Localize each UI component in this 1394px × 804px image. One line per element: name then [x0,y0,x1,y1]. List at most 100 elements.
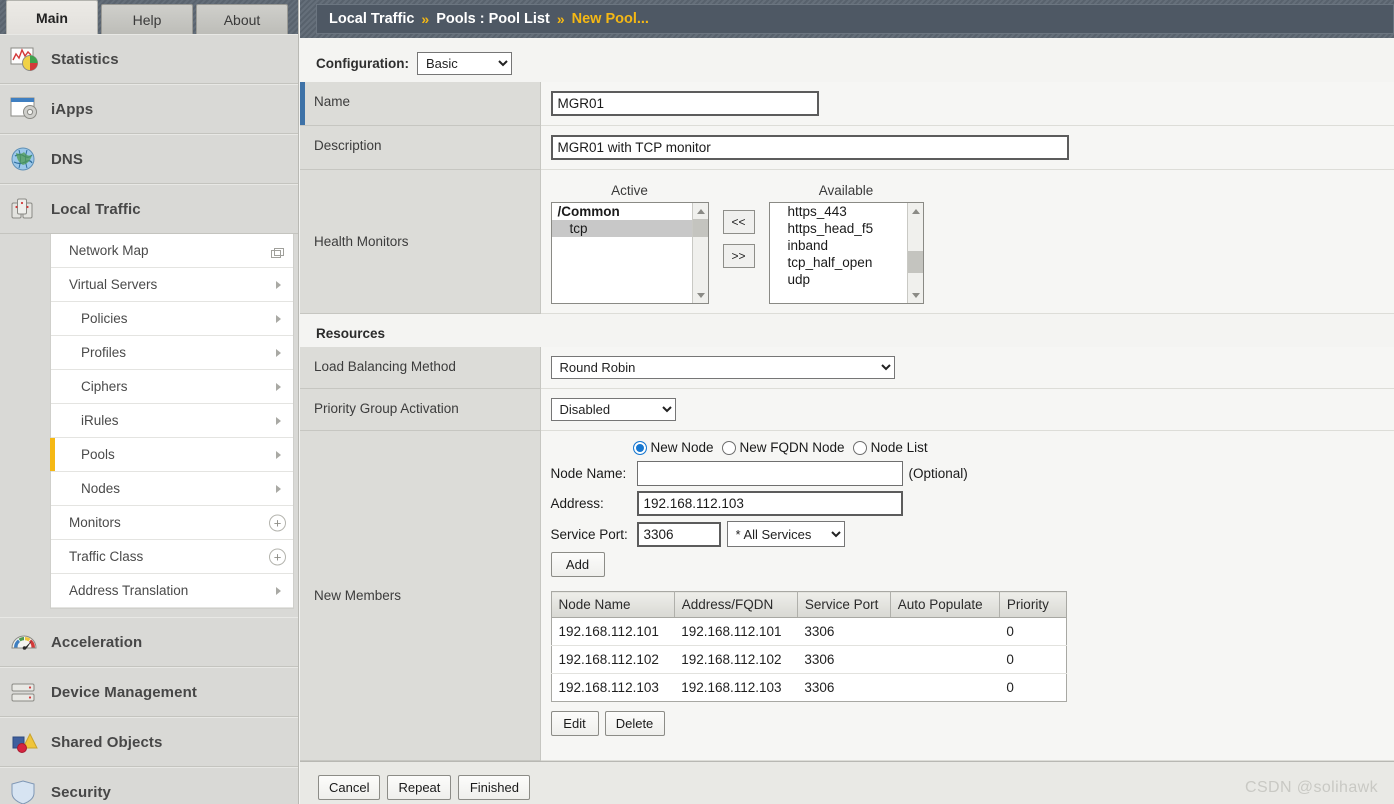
move-left-button[interactable]: << [723,210,755,234]
plus-circle-icon[interactable]: + [269,548,286,565]
chevron-right-icon [276,417,281,425]
name-input[interactable] [551,91,819,116]
window-icon [271,246,284,256]
add-button[interactable]: Add [551,552,605,577]
sidebar-group-statistics[interactable]: Statistics [0,34,298,84]
sidebar-group-shared-objects[interactable]: Shared Objects [0,717,298,767]
available-listbox-scrollbar[interactable] [907,203,923,303]
sidebar-group-local-traffic-label: Local Traffic [51,201,141,218]
service-port-select[interactable]: * All Services HTTP HTTPS FTP SSH [727,521,845,547]
radio-new-fqdn-node[interactable]: New FQDN Node [722,440,845,455]
priority-group-label: Priority Group Activation [314,401,459,416]
tab-about[interactable]: About [196,4,288,34]
cell-node-name: 192.168.112.103 [551,674,674,702]
radio-new-node-indicator[interactable] [633,441,647,455]
priority-group-select[interactable]: Disabled Less than... [551,398,676,421]
scroll-thumb[interactable] [693,219,709,237]
sidebar-item-policies[interactable]: Policies [51,302,293,336]
cell-service-port: 3306 [797,646,890,674]
scroll-up-icon[interactable] [908,203,924,219]
sidebar-item-traffic-class[interactable]: Traffic Class + [51,540,293,574]
sidebar-item-policies-label: Policies [81,311,128,326]
description-input[interactable] [551,135,1069,160]
scroll-up-icon[interactable] [693,203,709,219]
add-member-row: Add [551,552,1394,577]
table-row[interactable]: 192.168.112.102 192.168.112.102 3306 0 [551,646,1066,674]
delete-button[interactable]: Delete [605,711,665,736]
plus-circle-icon[interactable]: + [269,514,286,531]
scroll-down-icon[interactable] [908,287,924,303]
service-port-input[interactable] [637,522,721,547]
available-monitor-item[interactable]: https_443 [770,203,923,220]
available-monitor-item[interactable]: inband [770,237,923,254]
node-name-input[interactable] [637,461,903,486]
load-balancing-select[interactable]: Round Robin Ratio (member) Least Connect… [551,356,895,379]
move-right-button[interactable]: >> [723,244,755,268]
active-monitor-item[interactable]: tcp [552,220,708,237]
service-port-row: Service Port: * All Services HTTP HTTPS … [551,521,1394,547]
breadcrumb-separator-icon: » [421,11,429,27]
tab-main[interactable]: Main [6,0,98,34]
edit-button[interactable]: Edit [551,711,599,736]
cell-address-fqdn: 192.168.112.101 [674,618,797,646]
breadcrumb-root[interactable]: Local Traffic [329,11,414,27]
sidebar-group-security[interactable]: Security [0,767,298,804]
description-label-cell: Description [300,126,540,170]
active-listbox-scrollbar[interactable] [692,203,708,303]
tab-help[interactable]: Help [101,4,193,34]
sidebar-item-virtual-servers[interactable]: Virtual Servers [51,268,293,302]
sidebar-group-device-management-label: Device Management [51,684,197,701]
chevron-right-icon [276,587,281,595]
sidebar-group-acceleration[interactable]: Acceleration [0,617,298,667]
available-monitor-item[interactable]: udp [770,271,923,288]
name-row: Name [300,82,1394,126]
radio-new-node-label: New Node [651,440,714,455]
description-row: Description [300,126,1394,170]
sidebar-item-address-translation[interactable]: Address Translation [51,574,293,608]
breadcrumb-current: New Pool... [572,11,649,27]
sidebar-item-network-map[interactable]: Network Map [51,234,293,268]
scroll-down-icon[interactable] [693,287,709,303]
node-name-row: Node Name: (Optional) [551,461,1394,486]
scroll-thumb[interactable] [908,251,924,273]
address-input[interactable] [637,491,903,516]
priority-group-label-cell: Priority Group Activation [300,389,540,431]
sidebar-item-profiles[interactable]: Profiles [51,336,293,370]
new-members-label: New Members [314,588,401,603]
sidebar-item-ciphers[interactable]: Ciphers [51,370,293,404]
acceleration-gauge-icon [10,628,40,656]
active-monitor-group[interactable]: /Common [552,203,708,220]
table-row[interactable]: 192.168.112.101 192.168.112.101 3306 0 [551,618,1066,646]
sidebar-group-device-management[interactable]: Device Management [0,667,298,717]
active-monitors-listbox[interactable]: /Common tcp [551,202,709,304]
radio-new-node[interactable]: New Node [633,440,714,455]
configuration-select[interactable]: Basic Advanced [417,52,512,75]
sidebar-item-monitors[interactable]: Monitors + [51,506,293,540]
sidebar-group-iapps[interactable]: iApps [0,84,298,134]
load-balancing-label-cell: Load Balancing Method [300,347,540,389]
sidebar-group-local-traffic[interactable]: Local Traffic [0,184,298,234]
priority-group-value-cell: Disabled Less than... [540,389,1394,431]
sidebar-item-nodes[interactable]: Nodes [51,472,293,506]
sidebar-item-traffic-class-label: Traffic Class [69,549,143,564]
local-traffic-submenu: Network Map Virtual Servers Policies Pro… [50,234,294,609]
sidebar-item-pools[interactable]: Pools [51,438,293,472]
health-monitors-row: Health Monitors Active /Common tcp [300,170,1394,314]
sidebar-group-dns[interactable]: DNS [0,134,298,184]
available-monitor-item[interactable]: https_head_f5 [770,220,923,237]
radio-node-list-indicator[interactable] [853,441,867,455]
security-shield-icon [10,778,40,804]
radio-new-fqdn-node-indicator[interactable] [722,441,736,455]
table-row[interactable]: 192.168.112.103 192.168.112.103 3306 0 [551,674,1066,702]
resources-section-header: Resources [300,314,1394,347]
finished-button[interactable]: Finished [458,775,530,800]
available-monitor-item[interactable]: tcp_half_open [770,254,923,271]
available-monitors-listbox[interactable]: https_443 https_head_f5 inband tcp_half_… [769,202,924,304]
members-table-actions: Edit Delete [551,711,1394,736]
radio-node-list[interactable]: Node List [853,440,928,455]
repeat-button[interactable]: Repeat [387,775,451,800]
node-type-radio-group: New Node New FQDN Node Node List [551,440,1394,455]
breadcrumb-middle[interactable]: Pools : Pool List [436,11,550,27]
cancel-button[interactable]: Cancel [318,775,380,800]
sidebar-item-irules[interactable]: iRules [51,404,293,438]
